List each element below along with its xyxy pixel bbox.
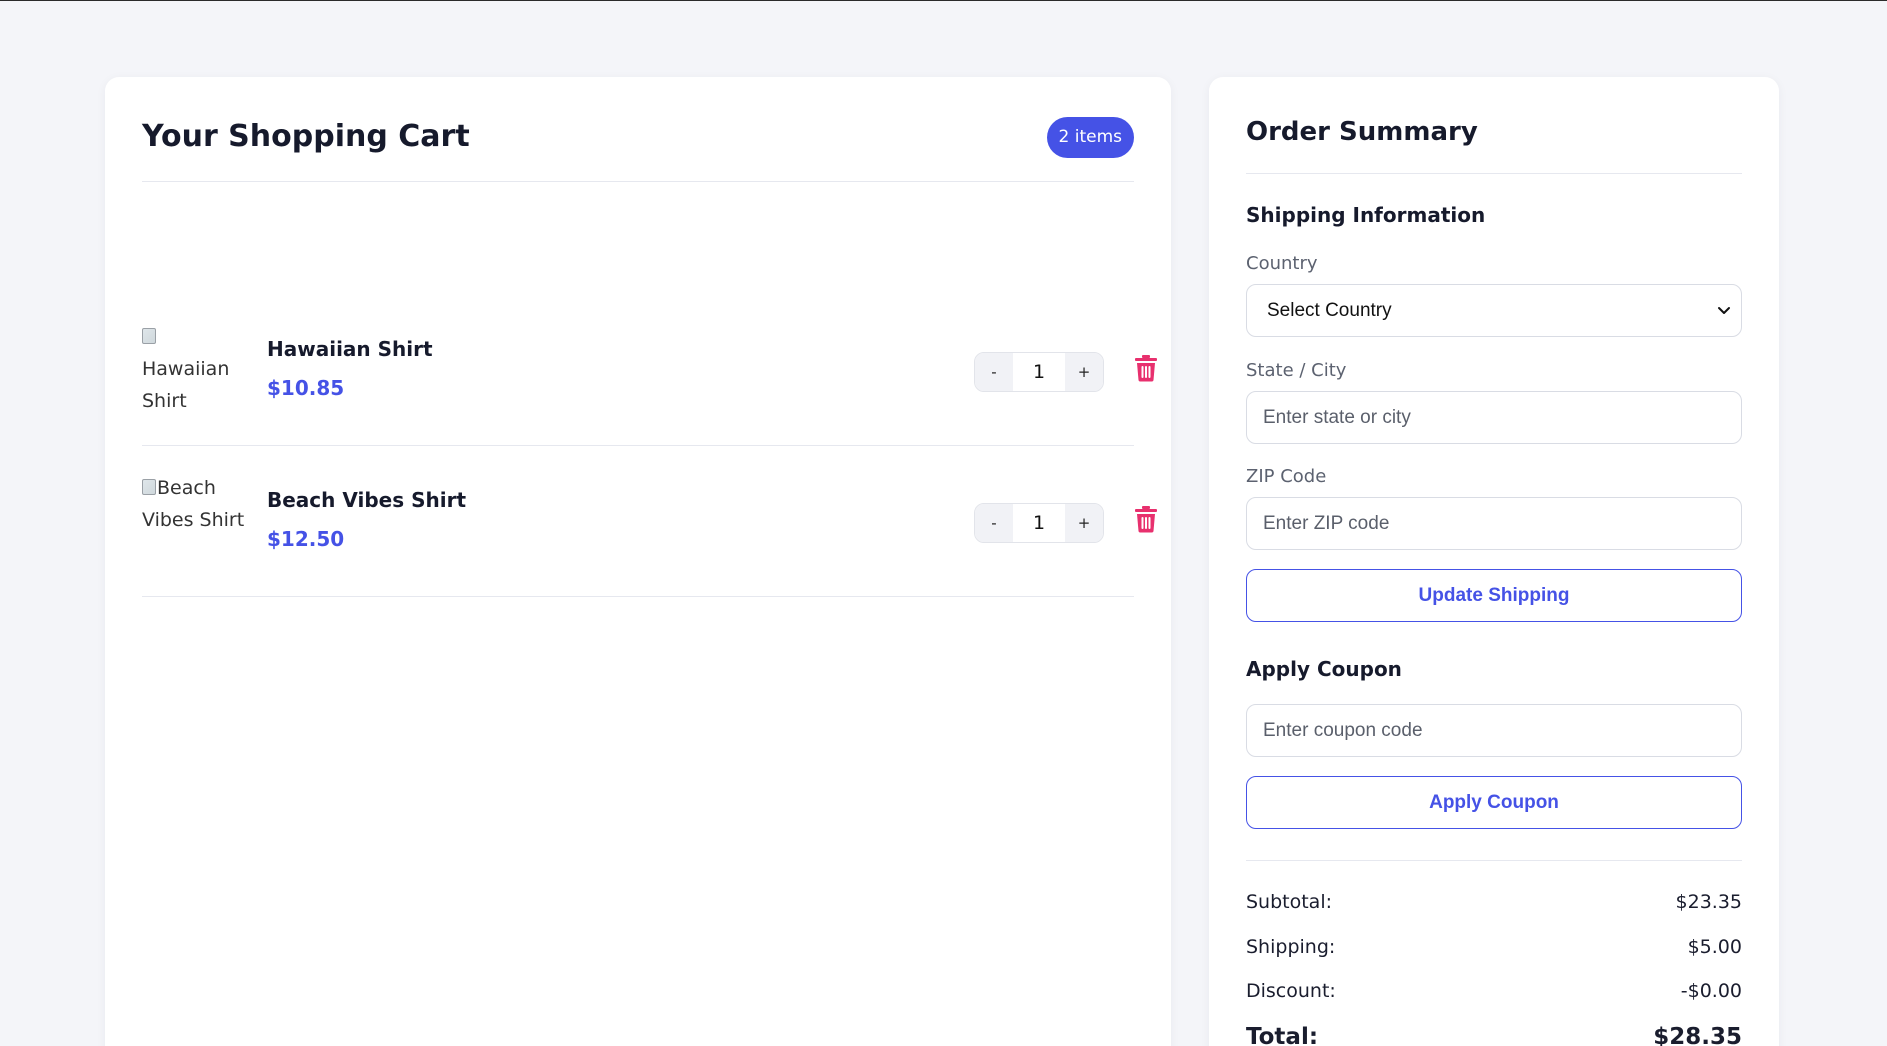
trash-icon[interactable] [1134, 505, 1158, 533]
quantity-stepper: - 1 + [974, 352, 1104, 392]
apply-coupon-button[interactable]: Apply Coupon [1246, 776, 1742, 829]
product-price: $12.50 [267, 527, 345, 551]
order-summary-title: Order Summary [1246, 117, 1478, 147]
order-summary-panel: Order Summary Shipping Information Count… [1209, 77, 1779, 1046]
increase-quantity-button[interactable]: + [1065, 504, 1103, 542]
cart-panel: Your Shopping Cart 2 items Hawaiian Shir… [105, 77, 1171, 1046]
zip-code-label: ZIP Code [1246, 466, 1327, 487]
state-city-label: State / City [1246, 360, 1347, 381]
quantity-stepper: - 1 + [974, 503, 1104, 543]
country-label: Country [1246, 253, 1318, 274]
divider [1246, 860, 1742, 861]
product-name: Hawaiian Shirt [267, 337, 433, 361]
cart-item: Beach Vibes Shirt Beach Vibes Shirt $12.… [142, 446, 1157, 597]
country-select-value: Select Country [1267, 300, 1392, 321]
cart-title: Your Shopping Cart [142, 119, 470, 154]
quantity-value[interactable]: 1 [1013, 353, 1065, 391]
shipping-value: $5.00 [1687, 936, 1742, 958]
chevron-down-icon [1718, 307, 1730, 314]
product-name: Beach Vibes Shirt [267, 488, 467, 512]
state-city-input[interactable] [1246, 391, 1742, 444]
coupon-section-title: Apply Coupon [1246, 657, 1402, 681]
increase-quantity-button[interactable]: + [1065, 353, 1103, 391]
product-image: Hawaiian Shirt [142, 321, 262, 417]
divider [1246, 173, 1742, 174]
trash-icon[interactable] [1134, 354, 1158, 382]
decrease-quantity-button[interactable]: - [975, 504, 1013, 542]
cart-header: Your Shopping Cart 2 items [142, 117, 1134, 182]
zip-code-input[interactable] [1246, 497, 1742, 550]
discount-label: Discount: [1246, 980, 1336, 1002]
country-select[interactable]: Select Country [1246, 284, 1742, 337]
broken-image-icon [142, 479, 156, 495]
subtotal-value: $23.35 [1675, 891, 1742, 913]
cart-item: Hawaiian Shirt Hawaiian Shirt $10.85 - 1… [142, 295, 1157, 446]
total-label: Total: [1246, 1024, 1319, 1046]
subtotal-label: Subtotal: [1246, 891, 1333, 913]
decrease-quantity-button[interactable]: - [975, 353, 1013, 391]
update-shipping-button[interactable]: Update Shipping [1246, 569, 1742, 622]
quantity-value[interactable]: 1 [1013, 504, 1065, 542]
product-image-alt: Beach Vibes Shirt [142, 477, 245, 531]
broken-image-icon [142, 328, 156, 344]
total-value: $28.35 [1653, 1024, 1742, 1046]
discount-value: -$0.00 [1680, 980, 1742, 1002]
product-image: Beach Vibes Shirt [142, 472, 262, 536]
product-image-alt: Hawaiian Shirt [142, 358, 230, 412]
shipping-section-title: Shipping Information [1246, 203, 1486, 227]
coupon-code-input[interactable] [1246, 704, 1742, 757]
shipping-label: Shipping: [1246, 936, 1336, 958]
product-price: $10.85 [267, 376, 345, 400]
item-count-badge: 2 items [1046, 117, 1134, 158]
